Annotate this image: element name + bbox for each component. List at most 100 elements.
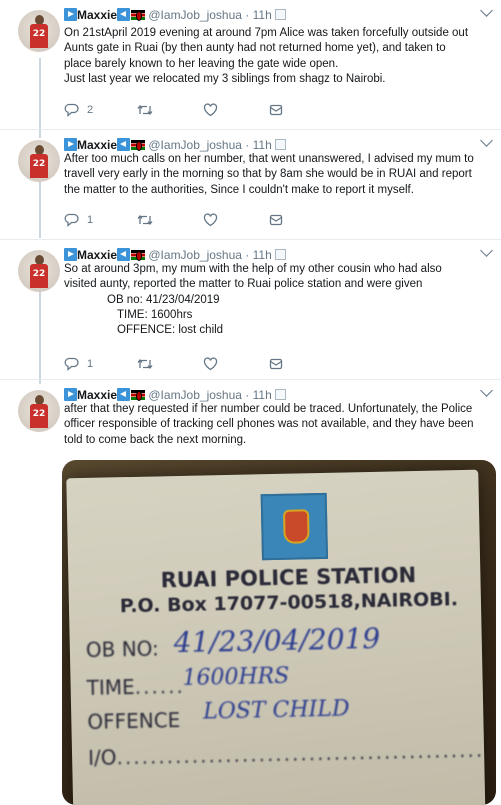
kenya-flag-icon	[131, 250, 146, 261]
tweet-line: visited aunty, reported the matter to Ru…	[64, 278, 423, 291]
tweet-line: Aunts gate in Ruai (by then aunty had no…	[64, 42, 446, 55]
kenya-flag-icon	[131, 140, 146, 151]
tweet-photo[interactable]: RUAI POLICE STATION P.O. Box 17077-00518…	[62, 460, 496, 805]
retweet-icon	[137, 358, 153, 370]
retweet-button[interactable]	[137, 212, 153, 228]
retweet-icon	[137, 104, 153, 116]
play-icon	[64, 248, 77, 261]
message-button[interactable]	[269, 356, 283, 372]
separator: ·	[245, 388, 250, 402]
timestamp[interactable]: 11h	[253, 138, 272, 152]
retweet-icon	[137, 214, 153, 226]
reply-button[interactable]: 1	[64, 356, 93, 372]
reply-icon	[64, 103, 79, 117]
like-icon	[203, 103, 218, 117]
reply-count: 2	[87, 104, 94, 116]
badge-icon	[274, 249, 286, 260]
play-icon	[64, 138, 77, 151]
io-label: I/O	[87, 745, 117, 770]
timestamp[interactable]: 11h	[253, 248, 272, 262]
message-icon	[269, 104, 283, 116]
reply-button[interactable]: 2	[64, 102, 93, 118]
tweet-line: after that they requested if her number …	[64, 403, 473, 415]
tweet-actions: 2	[64, 102, 304, 118]
ob-label: OB NO:	[85, 636, 160, 662]
like-icon	[203, 357, 218, 371]
avatar[interactable]: 22	[18, 140, 60, 182]
tweet-line: the matter to the authorities, Since I c…	[64, 183, 414, 196]
tweet-line: On 21stApril 2019 evening at around 7pm …	[64, 27, 469, 39]
badge-icon	[274, 389, 286, 400]
timestamp[interactable]: 11h	[253, 8, 272, 22]
display-name[interactable]: Maxxie	[77, 248, 117, 262]
user-handle[interactable]: @IamJob_joshua	[148, 138, 242, 152]
display-name[interactable]: Maxxie	[77, 8, 117, 22]
like-button[interactable]	[203, 102, 218, 118]
like-button[interactable]	[203, 356, 218, 372]
badge-icon	[274, 9, 286, 20]
tweet-line: place barely known to her leaving the ga…	[64, 57, 339, 70]
back-icon	[117, 8, 131, 21]
ob-number-line: OB no: 41/23/04/2019	[107, 293, 220, 306]
reply-count: 1	[87, 214, 94, 226]
offence-value: LOST CHILD	[202, 696, 350, 725]
tweet-line: told to come back the next morning.	[64, 433, 247, 446]
tweet-text: On 21stApril 2019 evening at around 7pm …	[64, 26, 493, 87]
reply-count: 1	[87, 358, 94, 370]
kenya-flag-icon	[131, 390, 146, 401]
offence-label: OFFENCE	[87, 708, 181, 734]
message-button[interactable]	[269, 102, 283, 118]
tweet-actions: 1	[64, 356, 304, 372]
user-handle[interactable]: @IamJob_joshua	[148, 248, 242, 262]
retweet-button[interactable]	[137, 356, 153, 372]
message-icon	[269, 214, 283, 226]
like-button[interactable]	[203, 212, 218, 228]
tweet-text: after that they requested if her number …	[64, 402, 493, 448]
tweet-text: So at around 3pm, my mum with the help o…	[64, 262, 493, 338]
back-icon	[117, 138, 131, 151]
reply-button[interactable]: 1	[64, 212, 93, 228]
time-line: TIME: 1600hrs	[117, 308, 193, 321]
avatar[interactable]: 22	[18, 250, 60, 292]
time-label: TIME	[86, 674, 135, 700]
kenya-flag-icon	[131, 10, 146, 21]
display-name[interactable]: Maxxie	[77, 138, 117, 152]
avatar[interactable]: 22	[18, 390, 60, 432]
tweet-line: travell very early in the morning so tha…	[64, 168, 472, 181]
play-icon	[64, 8, 77, 21]
tweet[interactable]: 22 Maxxie @IamJob_joshua · 11h On 21stAp…	[0, 0, 501, 130]
back-icon	[117, 388, 131, 401]
offence-row: OFFENCE	[87, 708, 180, 734]
offence-line: OFFENCE: lost child	[117, 324, 224, 337]
police-crest-icon	[260, 492, 329, 561]
reply-icon	[64, 357, 79, 371]
tweet-header: Maxxie @IamJob_joshua · 11h	[64, 6, 491, 24]
like-icon	[203, 213, 218, 227]
police-slip: RUAI POLICE STATION P.O. Box 17077-00518…	[66, 469, 486, 805]
ob-value: 41/23/04/2019	[173, 621, 381, 660]
tweet-line: officer responsible of tracking cell pho…	[64, 418, 474, 431]
separator: ·	[245, 138, 250, 152]
display-name[interactable]: Maxxie	[77, 388, 117, 402]
separator: ·	[245, 8, 250, 22]
ob-row: OB NO:	[86, 636, 159, 662]
time-value: 1600HRS	[182, 663, 290, 691]
back-icon	[117, 248, 131, 261]
timestamp[interactable]: 11h	[253, 388, 272, 402]
io-row: I/O.....................................…	[87, 737, 485, 770]
message-icon	[269, 358, 283, 370]
tweet[interactable]: 22 Maxxie @IamJob_joshua · 11h So at aro…	[0, 240, 501, 380]
time-row: TIME......	[86, 673, 186, 700]
tweet[interactable]: 22 Maxxie @IamJob_joshua · 11h After too…	[0, 130, 501, 240]
reply-icon	[64, 213, 79, 227]
separator: ·	[245, 248, 250, 262]
tweet-actions: 1	[64, 212, 304, 228]
user-handle[interactable]: @IamJob_joshua	[148, 388, 242, 402]
tweet-line: So at around 3pm, my mum with the help o…	[64, 263, 442, 275]
retweet-button[interactable]	[137, 102, 153, 118]
message-button[interactable]	[269, 212, 283, 228]
avatar[interactable]: 22	[18, 10, 60, 52]
user-handle[interactable]: @IamJob_joshua	[148, 8, 242, 22]
tweet-line: Just last year we relocated my 3 sibling…	[64, 72, 386, 85]
tweet-text: After too much calls on her number, that…	[64, 152, 493, 198]
